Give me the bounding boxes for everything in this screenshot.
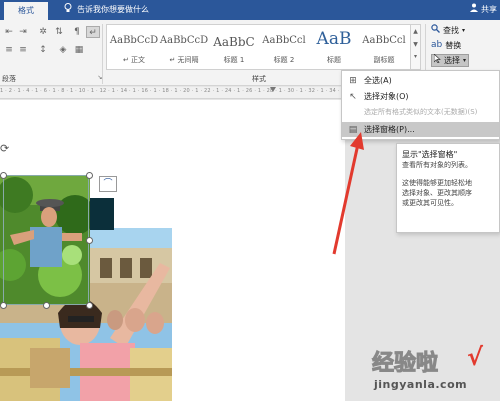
watermark-text: 经验啦 — [371, 350, 439, 377]
watermark: 经验啦 √ jingyanla.com — [371, 343, 492, 397]
show-marks-icon[interactable]: ¶ — [70, 26, 84, 38]
styles-scroll[interactable]: ▲ ▼ ▾ — [411, 24, 421, 70]
share-label: 共享 — [481, 5, 497, 14]
select-label: 选择 — [444, 56, 460, 65]
person-icon — [470, 3, 478, 17]
styles-gallery: AaBbCcD ↵ 正文 AaBbCcD ↵ 无间隔 AaBbC 标题 1 Aa… — [106, 24, 411, 70]
menu-item-label: 选择窗格(P)... — [364, 125, 415, 134]
paragraph-group-label: 段落 — [2, 75, 16, 83]
align-left-icon[interactable]: ≡ — [2, 44, 16, 56]
resize-handle-top-left[interactable] — [0, 172, 7, 179]
layout-options-icon[interactable]: ⌒ — [99, 176, 117, 192]
menu-item-label: 选择对象(O) — [364, 92, 409, 101]
style-name: ↵ 无间隔 — [169, 56, 199, 64]
find-label: 查找 — [443, 26, 459, 35]
indent-marker-icon[interactable] — [270, 87, 276, 93]
resize-handle-bottom-right[interactable] — [86, 302, 93, 309]
more-styles-icon[interactable]: ▾ — [411, 53, 420, 60]
tooltip-line: 选择对象、更改其顺序 — [402, 189, 472, 197]
scroll-up-icon[interactable]: ▲ — [411, 28, 420, 35]
style-heading-1[interactable]: AaBbC 标题 1 — [209, 27, 259, 69]
borders-icon[interactable]: ▦ — [72, 44, 86, 56]
style-title[interactable]: AaB 标题 — [309, 27, 359, 69]
align-center-icon[interactable]: ≡ — [16, 44, 30, 56]
rotate-handle-icon[interactable]: ⟳ — [0, 143, 12, 155]
style-name: 标题 — [327, 56, 341, 64]
menu-item-select-similar[interactable]: 选定所有格式类似的文本(无数据)(S) — [342, 104, 499, 119]
menu-item-select-objects[interactable]: ↖ 选择对象(O) — [342, 89, 499, 104]
tell-me-text: 告诉我你想要做什么 — [77, 5, 149, 14]
chinese-layout-icon[interactable]: ✲ — [36, 26, 50, 38]
style-sample: AaBbC — [213, 35, 255, 49]
ribbon-separator — [102, 24, 103, 84]
red-arrow-annotation — [332, 132, 364, 255]
style-sample: AaBbCcD — [159, 35, 209, 46]
cursor-arrow-icon — [433, 53, 441, 67]
tooltip-line: 这使得能够更加轻松地 — [402, 179, 472, 187]
photo-edge-dark — [90, 198, 114, 230]
resize-handle-bottom[interactable] — [43, 302, 50, 309]
sort-icon[interactable]: ⇅ — [52, 26, 66, 38]
chevron-down-icon: ▾ — [463, 57, 467, 64]
menu-item-select-all[interactable]: ⊞ 全选(A) — [342, 73, 499, 88]
replace-button[interactable]: ab 替换 — [431, 39, 461, 52]
style-no-spacing[interactable]: AaBbCcD ↵ 无间隔 — [159, 27, 209, 69]
style-name: 标题 1 — [223, 56, 245, 64]
tell-me-box[interactable]: 告诉我你想要做什么 — [64, 2, 149, 18]
scroll-down-icon[interactable]: ▼ — [411, 41, 420, 48]
replace-label: 替换 — [445, 41, 462, 50]
tooltip-line: 或更改其可见性。 — [402, 199, 458, 207]
tooltip-title: 显示"选择窗格" — [402, 150, 458, 159]
lightbulb-icon — [64, 2, 72, 18]
styles-group-label: 样式 — [252, 75, 266, 83]
menu-item-label: 全选(A) — [364, 76, 392, 85]
tooltip-line: 查看所有对象的列表。 — [402, 161, 472, 169]
chevron-down-icon: ▾ — [462, 27, 466, 34]
select-button[interactable]: 选择 ▾ — [431, 53, 470, 67]
tab-format[interactable]: 格式 — [4, 2, 48, 20]
watermark-url: jingyanla.com — [374, 378, 468, 391]
shading-icon[interactable]: ◈ — [56, 44, 70, 56]
selection-frame — [3, 175, 89, 305]
resize-handle-right[interactable] — [86, 237, 93, 244]
search-icon — [431, 24, 440, 37]
paragraph-launcher-icon[interactable]: ↘ — [93, 72, 107, 84]
style-sample: AaBbCcl — [262, 35, 306, 46]
style-heading-2[interactable]: AaBbCcl 标题 2 — [259, 27, 309, 69]
horizontal-ruler[interactable]: 1 · 2 · 1 · 4 · 1 · 6 · 1 · 8 · 1 · 10 ·… — [0, 87, 345, 99]
increase-indent-icon[interactable]: ⇥ — [16, 26, 30, 38]
resize-handle-bottom-left[interactable] — [0, 302, 7, 309]
find-button[interactable]: 查找 ▾ — [431, 24, 465, 37]
style-name: ↵ 正文 — [122, 56, 146, 64]
style-normal[interactable]: AaBbCcD ↵ 正文 — [109, 27, 159, 69]
title-bar: 格式 告诉我你想要做什么 共享 — [0, 0, 500, 20]
select-all-icon: ⊞ — [349, 75, 357, 86]
checkmark-icon: √ — [467, 343, 484, 371]
menu-item-label: 选定所有格式类似的文本(无数据)(S) — [364, 107, 478, 116]
cursor-arrow-icon: ↖ — [349, 91, 357, 102]
pilcrow-toggle-icon[interactable]: ↵ — [86, 26, 100, 38]
line-spacing-icon[interactable]: ↕ — [36, 44, 50, 56]
resize-handle-top-right[interactable] — [86, 172, 93, 179]
style-sample: AaBbCcl — [362, 35, 406, 46]
ruler-numbers: 1 · 2 · 1 · 4 · 1 · 6 · 1 · 8 · 1 · 10 ·… — [0, 88, 345, 94]
replace-icon: ab — [431, 40, 443, 50]
style-name: 副标题 — [373, 56, 395, 64]
share-button[interactable]: 共享 — [470, 3, 497, 17]
style-sample: AaB — [316, 29, 352, 49]
selection-pane-tooltip: 显示"选择窗格" 查看所有对象的列表。 这使得能够更加轻松地 选择对象、更改其顺… — [396, 143, 500, 233]
style-sample: AaBbCcD — [109, 35, 159, 46]
decrease-indent-icon[interactable]: ⇤ — [2, 26, 16, 38]
style-subtitle[interactable]: AaBbCcl 副标题 — [359, 27, 409, 69]
style-name: 标题 2 — [273, 56, 295, 64]
